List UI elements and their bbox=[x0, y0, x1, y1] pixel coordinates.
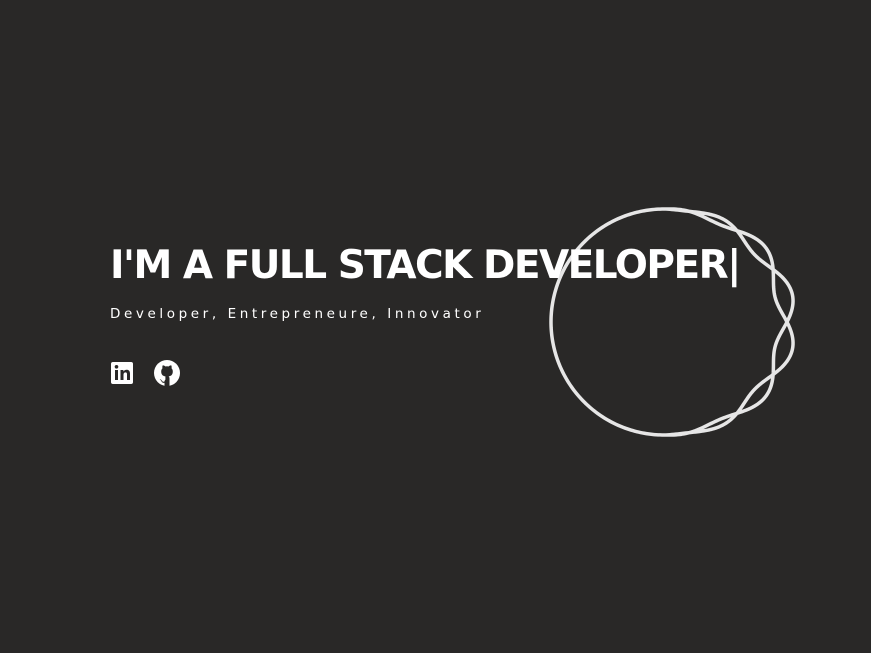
typing-cursor: | bbox=[727, 243, 741, 288]
tagline: Developer, Entrepreneure, Innovator bbox=[110, 306, 485, 322]
headline-text: I'M A FULL STACK DEVELOPER bbox=[110, 243, 729, 288]
linkedin-icon bbox=[111, 362, 133, 384]
linkedin-link[interactable] bbox=[110, 359, 134, 387]
hero-section: I'M A FULL STACK DEVELOPER| Developer, E… bbox=[0, 0, 871, 653]
headline: I'M A FULL STACK DEVELOPER| bbox=[110, 242, 741, 290]
github-icon bbox=[154, 360, 180, 386]
github-link[interactable] bbox=[153, 359, 180, 387]
social-links bbox=[110, 359, 180, 387]
decorative-ring bbox=[549, 207, 795, 437]
